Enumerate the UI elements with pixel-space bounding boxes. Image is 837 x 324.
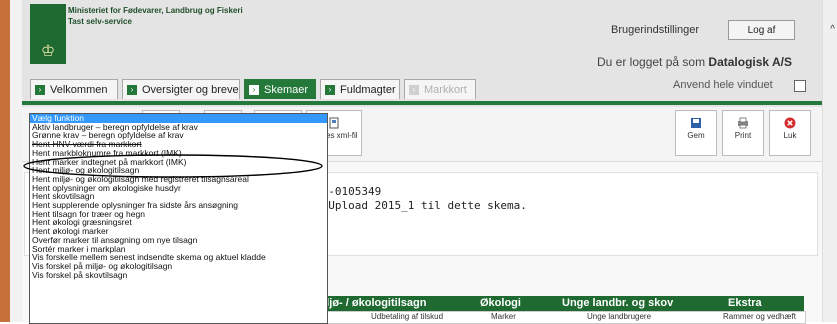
left-accent-bar bbox=[0, 0, 10, 322]
dropdown-option[interactable]: Vis forskel på skovtilsagn bbox=[30, 270, 327, 280]
import-xml-icon bbox=[329, 117, 339, 129]
tab-markkort: › Markkort bbox=[404, 79, 476, 99]
header: ♔ Ministeriet for Fødevarer, Landbrug og… bbox=[22, 0, 822, 107]
tab-label: Velkommen bbox=[50, 83, 108, 96]
close-icon bbox=[784, 117, 796, 129]
tab-oversigter[interactable]: › Oversigter og breve bbox=[122, 79, 240, 99]
tab-skemaer[interactable]: › Skemaer bbox=[244, 79, 316, 99]
tab-velkommen[interactable]: › Velkommen bbox=[30, 79, 118, 99]
crown-icon: ♔ bbox=[30, 38, 66, 64]
ministry-name: Ministeriet for Fødevarer, Landbrug og F… bbox=[68, 5, 243, 27]
arrow-icon: › bbox=[35, 84, 45, 95]
logged-in-prefix: Du er logget på som bbox=[597, 55, 706, 69]
tab-label: Markkort bbox=[424, 83, 467, 96]
table-subheader-cell[interactable]: Unge landbrugere bbox=[587, 312, 651, 321]
tab-label: Skemaer bbox=[264, 83, 309, 96]
print-icon bbox=[738, 117, 748, 129]
tab-label: Fuldmagter bbox=[340, 83, 396, 96]
close-button[interactable]: Luk bbox=[769, 110, 811, 156]
ministry-logo bbox=[30, 4, 66, 38]
table-header-cell: Unge landbr. og skov bbox=[562, 297, 674, 309]
save-icon bbox=[691, 118, 701, 128]
table-subheader-cell[interactable]: Rammer og vedhæft bbox=[723, 312, 796, 321]
full-window-checkbox[interactable] bbox=[794, 80, 806, 92]
logged-in-user: Datalogisk A/S bbox=[708, 55, 792, 69]
arrow-icon: › bbox=[409, 84, 419, 95]
table-header: Miljø- / økologitilsagn Økologi Unge lan… bbox=[310, 296, 804, 311]
table-header-cell: Miljø- / økologitilsagn bbox=[314, 297, 427, 309]
left-margin bbox=[10, 0, 22, 322]
tab-label: Oversigter og breve bbox=[142, 83, 239, 96]
ministry-title: Ministeriet for Fødevarer, Landbrug og F… bbox=[68, 6, 243, 15]
arrow-icon: › bbox=[127, 84, 137, 95]
tab-fuldmagter[interactable]: › Fuldmagter bbox=[320, 79, 400, 99]
close-label: Luk bbox=[783, 131, 797, 140]
full-window-label: Anvend hele vinduet bbox=[673, 79, 773, 91]
arrow-icon: › bbox=[249, 84, 259, 95]
print-label: Print bbox=[734, 131, 752, 140]
table-subheader: Udbetaling af tilskud Marker Unge landbr… bbox=[310, 311, 806, 324]
user-settings-link[interactable]: Brugerindstillinger bbox=[611, 24, 699, 36]
scrollbar[interactable]: ^ bbox=[822, 0, 837, 322]
table-header-cell: Økologi bbox=[480, 297, 521, 309]
highlight-ellipse bbox=[23, 154, 323, 178]
save-label: Gem bbox=[687, 131, 705, 140]
logout-button[interactable]: Log af bbox=[728, 20, 795, 40]
logged-in-status: Du er logget på som Datalogisk A/S bbox=[597, 55, 792, 69]
scroll-up-icon[interactable]: ^ bbox=[830, 24, 835, 35]
message-line-2: a Upload 2015_1 til dette skema. bbox=[315, 199, 527, 212]
table-subheader-cell[interactable]: Marker bbox=[491, 312, 516, 321]
service-title: Tast selv-service bbox=[68, 17, 132, 26]
tab-underline bbox=[22, 101, 822, 105]
save-button[interactable]: Gem bbox=[675, 110, 717, 156]
arrow-icon: › bbox=[325, 84, 335, 95]
main-panel: ♔ Ministeriet for Fødevarer, Landbrug og… bbox=[22, 0, 822, 324]
table-header-cell: Ekstra bbox=[728, 297, 762, 309]
function-dropdown-list[interactable]: Vælg funktion Aktiv landbruger – beregn … bbox=[29, 113, 328, 324]
table-subheader-cell[interactable]: Udbetaling af tilskud bbox=[371, 312, 443, 321]
print-button[interactable]: Print bbox=[722, 110, 764, 156]
